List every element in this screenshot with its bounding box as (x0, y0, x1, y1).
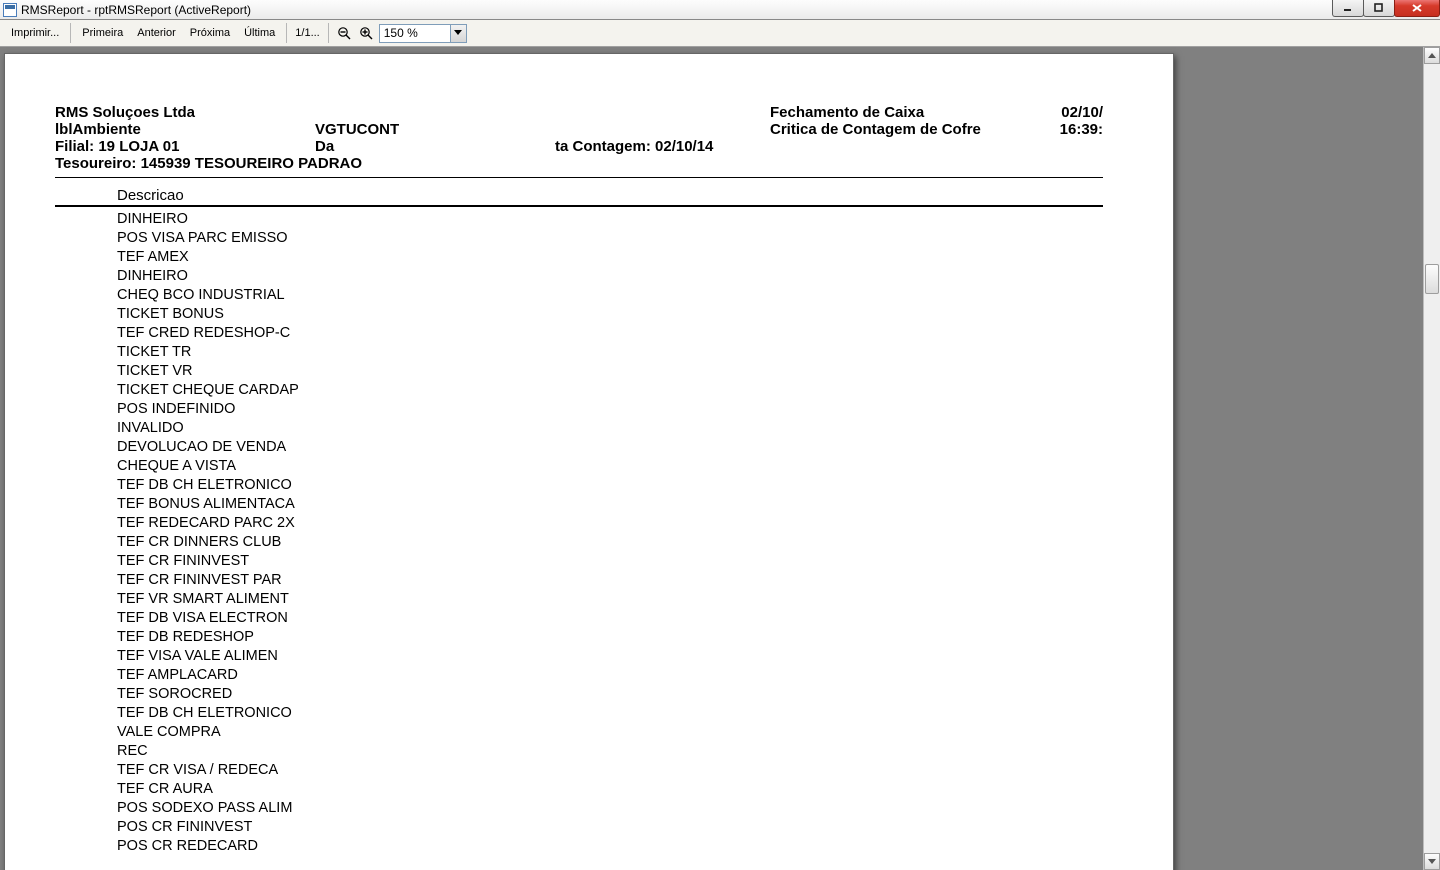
header-rule-1 (55, 177, 1103, 178)
report-toolbar: Imprimir... Primeira Anterior Próxima Úl… (0, 20, 1440, 47)
page-indicator: 1/1... (291, 27, 323, 39)
list-item: TICKET BONUS (117, 305, 1103, 324)
close-button[interactable] (1394, 0, 1440, 17)
title-bar: RMSReport - rptRMSReport (ActiveReport) (0, 0, 1440, 20)
list-item: TICKET TR (117, 343, 1103, 362)
list-item: REC (117, 742, 1103, 761)
zoom-value: 150 % (384, 26, 418, 40)
list-item: DINHEIRO (117, 267, 1103, 286)
list-item: TEF CR FININVEST PAR (117, 571, 1103, 590)
list-item: TEF BONUS ALIMENTACA (117, 495, 1103, 514)
maximize-button[interactable] (1363, 0, 1395, 17)
list-item: TICKET CHEQUE CARDAP (117, 381, 1103, 400)
chevron-up-icon (1428, 52, 1436, 60)
scroll-track[interactable] (1424, 64, 1440, 853)
zoom-out-button[interactable] (334, 23, 354, 43)
list-item: TICKET VR (117, 362, 1103, 381)
da-label: Da (315, 138, 555, 155)
next-page-button[interactable]: Próxima (183, 24, 237, 42)
list-item: POS CR REDECARD (117, 837, 1103, 856)
list-item: POS INDEFINIDO (117, 400, 1103, 419)
lbl-ambiente: lblAmbiente (55, 121, 315, 138)
maximize-icon (1374, 3, 1384, 13)
list-item: DINHEIRO (117, 210, 1103, 229)
list-item: TEF DB CH ELETRONICO (117, 704, 1103, 723)
window-controls (1333, 0, 1440, 17)
vertical-scrollbar[interactable] (1423, 47, 1440, 870)
report-viewer: RMS Soluçoes Ltda Fechamento de Caixa 02… (0, 47, 1440, 870)
toolbar-separator (70, 23, 71, 43)
scroll-thumb[interactable] (1425, 264, 1439, 294)
list-item: POS CR FININVEST (117, 818, 1103, 837)
list-item: DEVOLUCAO DE VENDA (117, 438, 1103, 457)
tesoureiro-value: Tesoureiro: 145939 TESOUREIRO PADRAO (55, 155, 362, 172)
minimize-icon (1343, 3, 1353, 13)
list-item: TEF DB CH ELETRONICO (117, 476, 1103, 495)
last-page-button[interactable]: Última (237, 24, 282, 42)
list-item: TEF CR VISA / REDECA (117, 761, 1103, 780)
scroll-down-button[interactable] (1424, 853, 1440, 870)
report-title-2: Critica de Contagem de Cofre (770, 121, 1023, 138)
list-item: POS VISA PARC EMISSO (117, 229, 1103, 248)
list-item: CHEQ BCO INDUSTRIAL (117, 286, 1103, 305)
report-header: RMS Soluçoes Ltda Fechamento de Caixa 02… (55, 104, 1103, 172)
ambiente-value: VGTUCONT (315, 121, 555, 138)
zoom-in-icon (359, 26, 373, 40)
list-item: POS SODEXO PASS ALIM (117, 799, 1103, 818)
scroll-up-button[interactable] (1424, 47, 1440, 64)
zoom-dropdown-button[interactable] (451, 24, 467, 43)
report-date: 02/10/ (1023, 104, 1103, 121)
print-button[interactable]: Imprimir... (4, 24, 66, 42)
prev-page-button[interactable]: Anterior (130, 24, 183, 42)
report-title-1: Fechamento de Caixa (770, 104, 1023, 121)
filial-value: Filial: 19 LOJA 01 (55, 138, 315, 155)
window-title: RMSReport - rptRMSReport (ActiveReport) (21, 3, 251, 17)
minimize-button[interactable] (1332, 0, 1364, 17)
list-item: TEF REDECARD PARC 2X (117, 514, 1103, 533)
list-item: TEF CRED REDESHOP-C (117, 324, 1103, 343)
list-item: VALE COMPRA (117, 723, 1103, 742)
list-item: TEF DB REDESHOP (117, 628, 1103, 647)
zoom-out-icon (337, 26, 351, 40)
list-item: TEF CR AURA (117, 780, 1103, 799)
list-item: TEF CR FININVEST (117, 552, 1103, 571)
list-item: INVALIDO (117, 419, 1103, 438)
list-item: TEF VR SMART ALIMENT (117, 590, 1103, 609)
zoom-input[interactable]: 150 % (379, 24, 451, 43)
close-icon (1411, 3, 1423, 13)
toolbar-separator (328, 23, 329, 43)
first-page-button[interactable]: Primeira (75, 24, 130, 42)
items-list: DINHEIROPOS VISA PARC EMISSOTEF AMEXDINH… (117, 210, 1103, 856)
list-item: TEF SOROCRED (117, 685, 1103, 704)
list-item: CHEQUE A VISTA (117, 457, 1103, 476)
zoom-in-button[interactable] (356, 23, 376, 43)
chevron-down-icon (454, 29, 462, 37)
chevron-down-icon (1428, 858, 1436, 866)
report-time: 16:39: (1023, 121, 1103, 138)
contagem-value: ta Contagem: 02/10/14 (555, 138, 770, 155)
header-rule-2 (55, 205, 1103, 207)
toolbar-separator (286, 23, 287, 43)
list-item: TEF VISA VALE ALIMEN (117, 647, 1103, 666)
list-item: TEF AMPLACARD (117, 666, 1103, 685)
column-header-descricao: Descricao (117, 187, 184, 204)
list-item: TEF DB VISA ELECTRON (117, 609, 1103, 628)
app-icon (3, 3, 17, 17)
list-item: TEF AMEX (117, 248, 1103, 267)
list-item: TEF CR DINNERS CLUB (117, 533, 1103, 552)
report-page: RMS Soluçoes Ltda Fechamento de Caixa 02… (4, 53, 1174, 870)
company-name: RMS Soluçoes Ltda (55, 104, 315, 121)
